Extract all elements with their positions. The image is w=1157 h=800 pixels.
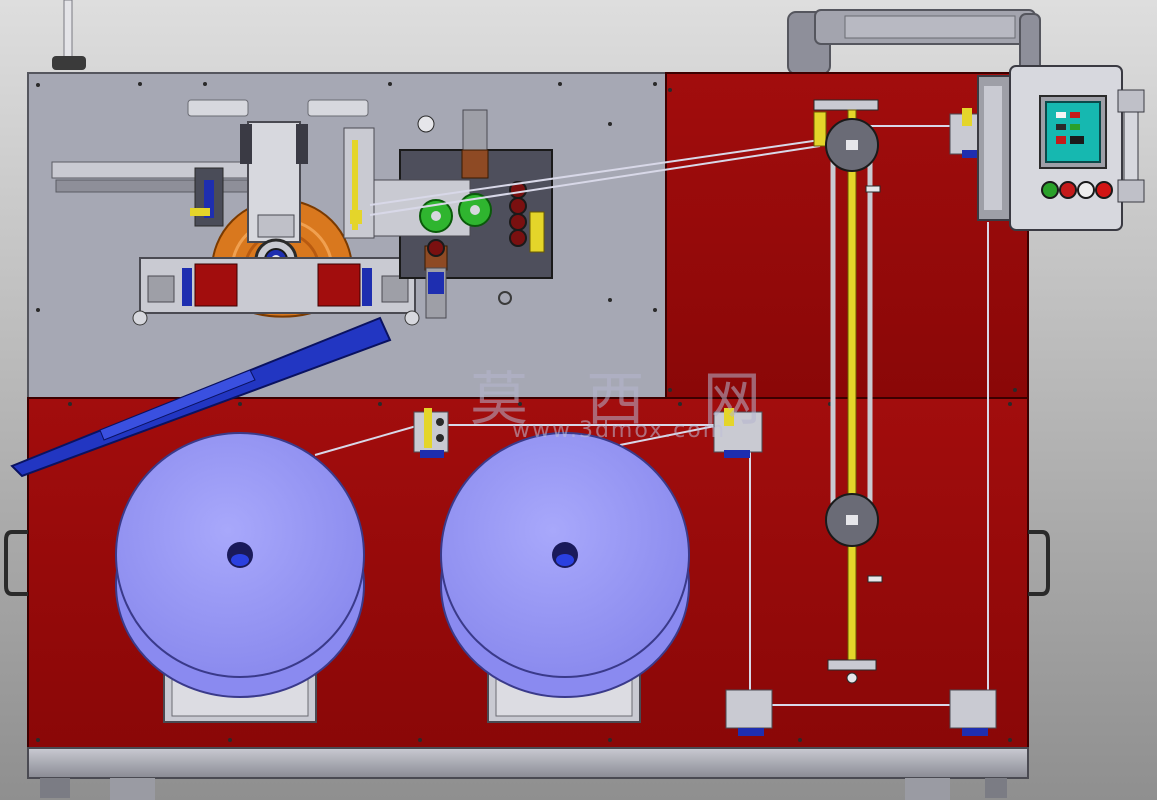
wire-guide-bracket [949, 108, 981, 158]
mounting-slot [187, 99, 249, 117]
touch-screen-display[interactable] [1045, 101, 1101, 163]
start-button[interactable] [1041, 181, 1059, 199]
right-handle[interactable] [1028, 530, 1050, 596]
stop-button[interactable] [1059, 181, 1077, 199]
overhead-arm [787, 9, 1041, 75]
screen-indicators [1056, 112, 1084, 144]
emergency-stop-button[interactable] [1095, 181, 1113, 199]
mounting-slot [307, 99, 369, 117]
signal-pole [52, 0, 86, 70]
left-handle[interactable] [3, 530, 28, 596]
reset-button[interactable] [1077, 181, 1095, 199]
watermark-url: www.3dmox.com [512, 418, 727, 443]
machine-base [27, 747, 1029, 800]
wire-guide-bracket [413, 408, 449, 458]
